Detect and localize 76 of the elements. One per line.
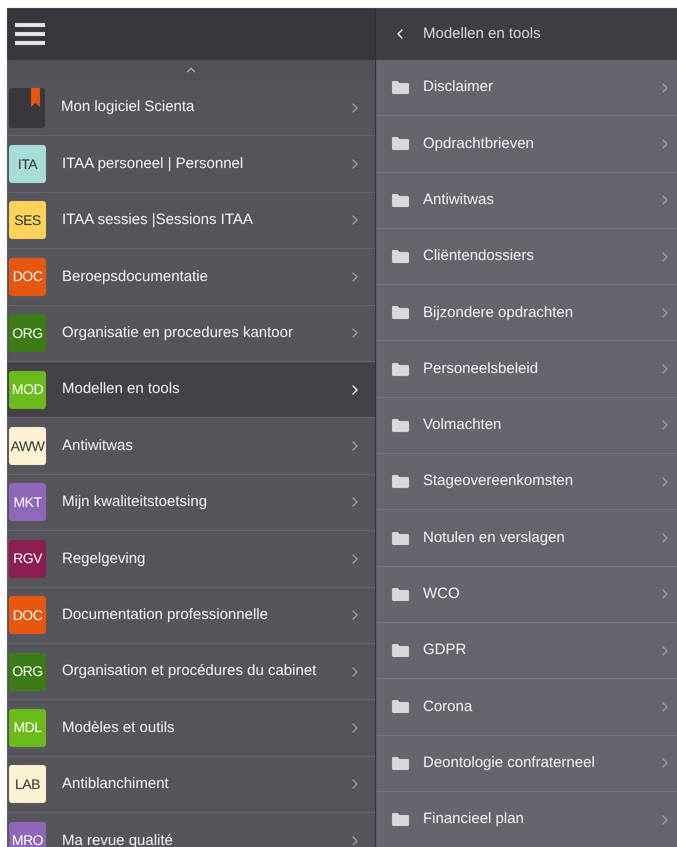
menu-item-label: Antiblanchiment	[62, 774, 170, 794]
bookmark-icon	[9, 88, 45, 128]
folder-icon	[392, 250, 409, 264]
menu-item[interactable]: DOC Documentation professionnelle	[7, 588, 375, 644]
folder-label: WCO	[423, 584, 461, 604]
category-badge: LAB	[9, 765, 46, 804]
folder-icon	[392, 306, 409, 320]
folder-icon	[392, 700, 409, 714]
category-badge: ORG	[9, 314, 46, 352]
menu-item-label: Antiwitwas	[62, 436, 134, 456]
folder-label: Volmachten	[423, 415, 502, 436]
menu-item-label: ITAA personeel | Personnel	[62, 154, 244, 174]
folder-icon	[392, 81, 409, 94]
menu-item[interactable]: MOD Modellen en tools	[7, 362, 375, 418]
submenu-title: Modellen en tools	[423, 24, 541, 44]
category-badge: ITA	[9, 145, 46, 184]
folder-item[interactable]: Stageovereenkomsten	[376, 454, 677, 510]
menu-item-label: Modèles et outils	[62, 718, 176, 738]
folder-item[interactable]: WCO	[376, 566, 677, 623]
menu-item-label: Organisatie en procedures kantoor	[62, 323, 294, 343]
folder-item[interactable]: Cliëntendossiers	[376, 228, 677, 286]
folder-item[interactable]: Antiwitwas	[376, 172, 677, 229]
category-badge: RGV	[9, 540, 46, 578]
folder-item[interactable]: Personeelsbeleid	[376, 341, 677, 398]
menu-item-label: Documentation professionnelle	[62, 604, 269, 625]
folder-label: Financieel plan	[423, 809, 525, 830]
folder-label: Opdrachtbrieven	[423, 134, 535, 154]
menu-item-label: Mon logiciel Scienta	[61, 97, 196, 118]
folder-icon	[392, 644, 409, 658]
menu-item-label: ITAA sessies |Sessions ITAA	[62, 210, 254, 230]
category-badge: MRO	[9, 822, 46, 847]
folder-label: Corona	[423, 696, 474, 717]
folder-icon	[392, 588, 409, 601]
menu-item-label: Regelgeving	[62, 548, 146, 569]
menu-item-label: Modellen en tools	[62, 379, 181, 400]
category-badge: MOD	[9, 370, 46, 409]
folder-label: Personeelsbeleid	[423, 358, 540, 379]
menu-item[interactable]: LAB Antiblanchiment	[7, 756, 375, 814]
folder-icon	[392, 532, 409, 545]
folder-icon	[392, 475, 409, 488]
category-badge: MDL	[9, 708, 46, 747]
category-badge: ORG	[9, 652, 46, 691]
menu-item-label: Beroepsdocumentatie	[62, 266, 209, 287]
folder-icon	[392, 756, 409, 770]
folder-label: Deontologie confraterneel	[423, 752, 596, 773]
menu-icon[interactable]	[15, 22, 45, 46]
category-badge: AWW	[9, 427, 46, 466]
category-badge: DOC	[9, 258, 46, 296]
menu-item[interactable]: ORG Organisatie en procedures kantoor	[7, 306, 375, 362]
folder-label: Notulen en verslagen	[423, 528, 566, 548]
category-badge: MKT	[9, 483, 46, 522]
folder-item[interactable]: Bijzondere opdrachten	[376, 285, 677, 342]
folder-item[interactable]: Financieel plan	[376, 792, 677, 847]
folder-label: Disclaimer	[423, 77, 494, 98]
menu-item-label: Organisation et procédures du cabinet	[62, 661, 318, 682]
menu-item-label: Mijn kwaliteitstoetsing	[62, 492, 208, 512]
folder-icon	[392, 137, 409, 150]
folder-item[interactable]: Disclaimer	[376, 60, 677, 116]
folder-item[interactable]: Opdrachtbrieven	[376, 116, 677, 173]
folder-icon	[392, 813, 409, 826]
folder-icon	[392, 362, 409, 376]
folder-label: Antiwitwas	[423, 190, 495, 210]
folder-icon	[392, 194, 409, 207]
folder-item[interactable]: Notulen en verslagen	[376, 510, 677, 567]
folder-label: GDPR	[423, 640, 468, 660]
folder-label: Cliëntendossiers	[423, 246, 535, 266]
folder-label: Stageovereenkomsten	[423, 471, 574, 492]
category-badge: SES	[9, 201, 46, 240]
folder-item[interactable]: Corona	[376, 679, 677, 736]
folder-item[interactable]: Deontologie confraterneel	[376, 736, 677, 792]
menu-item[interactable]: MKT Mijn kwaliteitstoetsing	[7, 474, 375, 532]
folder-label: Bijzondere opdrachten	[423, 302, 574, 323]
folder-item[interactable]: GDPR	[376, 622, 677, 680]
category-badge: DOC	[9, 596, 46, 634]
folder-item[interactable]: Volmachten	[376, 398, 677, 454]
folder-icon	[392, 418, 409, 432]
